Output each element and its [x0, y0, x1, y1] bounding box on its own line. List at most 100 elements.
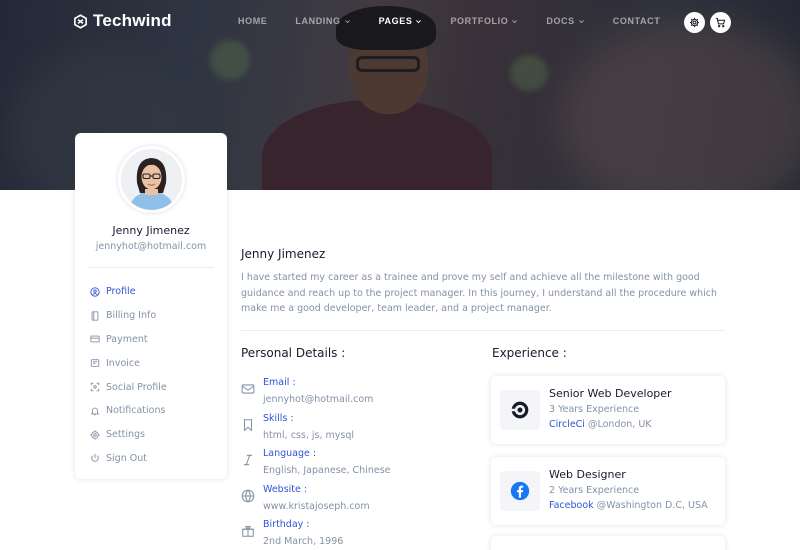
facebook-logo	[500, 471, 540, 511]
experience-card	[491, 536, 725, 550]
experience-title: Experience :	[492, 346, 567, 360]
sidebar-item-label: Sign Out	[106, 452, 147, 464]
logo-text: Techwind	[93, 11, 172, 30]
personal-details-title: Personal Details :	[241, 346, 346, 360]
sidebar-item-notifications[interactable]: Notifications	[90, 399, 167, 423]
detail-label: Birthday :	[263, 519, 310, 530]
skill-link[interactable]: js	[312, 430, 320, 441]
nav-label: CONTACT	[612, 16, 661, 26]
chevron-down-icon	[512, 19, 518, 23]
detail-value: 2nd March, 1996	[263, 534, 343, 549]
credit-card-icon	[90, 336, 100, 343]
nav-item-pages[interactable]: PAGES	[379, 16, 423, 26]
cart-icon	[715, 17, 726, 28]
file-icon	[91, 311, 99, 321]
circleci-logo	[500, 390, 540, 430]
nav-item-home[interactable]: HOME	[238, 16, 267, 26]
skill-link[interactable]: css	[291, 430, 306, 441]
website-link[interactable]: www.kristajoseph.com	[263, 501, 370, 512]
settings-button[interactable]	[684, 12, 705, 33]
sidebar-item-label: Notifications	[106, 405, 166, 417]
sidebar-item-settings[interactable]: Settings	[90, 423, 167, 447]
globe-icon	[241, 489, 255, 503]
experience-title-text: Web Designer	[549, 468, 626, 481]
logo[interactable]: Techwind	[73, 11, 172, 31]
sidebar-item-label: Payment	[106, 333, 148, 345]
nav-label: DOCS	[546, 16, 575, 26]
gear-icon	[689, 17, 700, 28]
detail-label: Language :	[263, 448, 317, 459]
sidebar-item-label: Social Profile	[106, 381, 167, 393]
detail-value: jennyhot@hotmail.com	[263, 392, 373, 407]
nav-label: HOME	[238, 16, 268, 26]
gear-icon	[90, 430, 100, 440]
sidebar-item-payment[interactable]: Payment	[90, 328, 167, 352]
italic-icon	[243, 454, 253, 466]
sidebar-item-label: Profile	[106, 286, 136, 298]
experience-card: Senior Web Developer 3 Years Experience …	[491, 376, 725, 444]
facebook-icon	[510, 481, 530, 501]
nav-label: LANDING	[295, 16, 341, 26]
skill-link[interactable]: html	[263, 430, 285, 441]
bookmark-icon	[243, 419, 253, 432]
experience-location: CircleCi @London, UK	[549, 419, 652, 430]
profile-bio: I have started my career as a trainee an…	[241, 272, 718, 314]
company-link[interactable]: Facebook	[549, 500, 594, 511]
nav-item-docs[interactable]: DOCS	[546, 16, 584, 26]
navbar: Techwind HOME LANDING PAGES PORTFOLIO DO…	[0, 0, 800, 44]
sidebar-user-name: Jenny Jimenez	[112, 224, 190, 237]
detail-language: Language : English, Japanese, Chinese	[241, 448, 391, 478]
company-link[interactable]: CircleCi	[549, 419, 585, 430]
detail-birthday: Birthday : 2nd March, 1996	[241, 519, 343, 549]
nav-item-portfolio[interactable]: PORTFOLIO	[450, 16, 518, 26]
email-link[interactable]: jennyhot@hotmail.com	[263, 394, 373, 405]
nav-item-landing[interactable]: LANDING	[295, 16, 350, 26]
sidebar-item-label: Billing Info	[106, 310, 157, 322]
detail-email: Email : jennyhot@hotmail.com	[241, 377, 373, 407]
experience-duration: 2 Years Experience	[549, 485, 640, 496]
avatar-image	[121, 149, 182, 210]
detail-value: English, Japanese, Chinese	[263, 465, 391, 476]
detail-website: Website : www.kristajoseph.com	[241, 484, 370, 514]
profile-sidebar: Jenny Jimenez jennyhot@hotmail.com Profi…	[75, 133, 227, 479]
chevron-down-icon	[416, 19, 422, 23]
share-icon	[90, 382, 100, 392]
language-link[interactable]: English	[263, 465, 297, 476]
sidebar-item-social-profile[interactable]: Social Profile	[90, 375, 167, 399]
language-link[interactable]: Japanese	[303, 465, 346, 476]
user-circle-icon	[90, 287, 100, 297]
detail-skills: Skills : html, css, js, mysql	[241, 413, 354, 443]
sidebar-item-label: Settings	[106, 429, 145, 441]
experience-card: Web Designer 2 Years Experience Facebook…	[491, 457, 725, 525]
location-text: @Washington D.C, USA	[596, 500, 708, 511]
experience-duration: 3 Years Experience	[549, 404, 640, 415]
cart-button[interactable]	[710, 12, 731, 33]
avatar	[118, 146, 185, 213]
chevron-down-icon	[344, 19, 350, 23]
logo-icon	[74, 13, 87, 29]
sidebar-item-label: Invoice	[106, 357, 140, 369]
gift-icon	[242, 525, 254, 537]
location-text: @London, UK	[587, 419, 652, 430]
sidebar-item-invoice[interactable]: Invoice	[90, 351, 167, 375]
language-link[interactable]: Chinese	[353, 465, 391, 476]
circleci-icon	[510, 401, 529, 419]
skill-link[interactable]: mysql	[326, 430, 355, 441]
nav-menu: HOME LANDING PAGES PORTFOLIO DOCS CONTAC…	[238, 16, 688, 26]
divider	[241, 330, 725, 331]
sidebar-item-billing-info[interactable]: Billing Info	[90, 304, 167, 328]
detail-label: Skills :	[263, 413, 294, 424]
sidebar-item-sign-out[interactable]: Sign Out	[90, 447, 167, 471]
mail-icon	[241, 384, 255, 394]
experience-title-text: Senior Web Developer	[549, 387, 672, 400]
bell-icon	[90, 407, 100, 416]
invoice-icon	[90, 359, 100, 368]
nav-item-contact[interactable]: CONTACT	[613, 16, 661, 26]
detail-label: Website :	[263, 484, 308, 495]
detail-value: www.kristajoseph.com	[263, 499, 370, 514]
sidebar-item-profile[interactable]: Profile	[90, 280, 167, 304]
sidebar-menu: Profile Billing Info Payment Invoice Soc…	[90, 280, 167, 470]
power-icon	[91, 454, 99, 463]
profile-name: Jenny Jimenez	[241, 247, 326, 261]
divider	[88, 267, 214, 268]
